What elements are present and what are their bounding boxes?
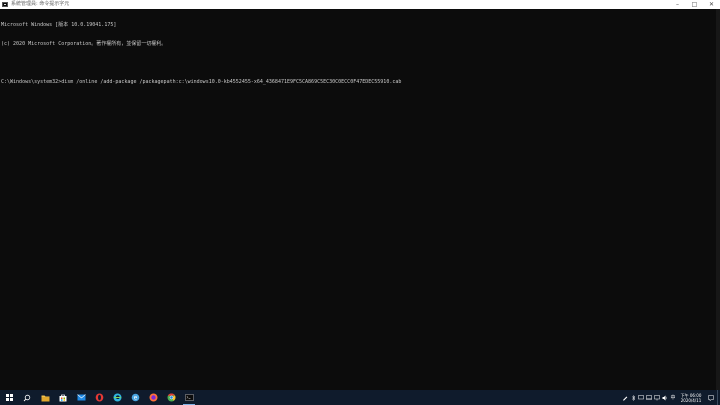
store-icon xyxy=(59,394,67,401)
input-method-indicator[interactable]: 中 xyxy=(669,390,677,405)
search-icon xyxy=(23,394,31,401)
taskbar-firefox[interactable] xyxy=(144,390,162,405)
network-icon[interactable] xyxy=(653,390,661,405)
bluetooth-icon[interactable] xyxy=(629,390,637,405)
edge-icon xyxy=(113,393,121,402)
close-button[interactable]: ✕ xyxy=(703,0,720,9)
minimize-button[interactable]: – xyxy=(669,0,686,9)
windows-logo-icon xyxy=(5,394,13,401)
console-scrollbar[interactable] xyxy=(716,9,720,391)
chrome-icon xyxy=(167,393,175,402)
tray-pen-icon[interactable] xyxy=(621,390,629,405)
tray-chat-icon[interactable] xyxy=(637,390,645,405)
maximize-button[interactable]: □ xyxy=(686,0,703,9)
taskbar-cmd[interactable] xyxy=(180,390,198,405)
window-controls: – □ ✕ xyxy=(669,0,720,9)
taskbar-store[interactable] xyxy=(54,390,72,405)
taskbar-edge[interactable] xyxy=(108,390,126,405)
tray-tablet-icon[interactable] xyxy=(645,390,653,405)
system-tray: 中 下午 06:00 2020/4/11 xyxy=(621,390,720,405)
action-center-button[interactable] xyxy=(705,390,717,405)
taskbar-file-explorer[interactable] xyxy=(36,390,54,405)
taskbar-chrome[interactable] xyxy=(162,390,180,405)
firefox-icon xyxy=(149,393,157,402)
console-command-line: C:\Windows\system32>dism /online /add-pa… xyxy=(1,79,402,86)
ie-icon: e xyxy=(131,393,139,402)
window-title-bar[interactable]: 系統管理員: 命令提示字元 – □ ✕ xyxy=(0,0,720,9)
taskbar-mail[interactable] xyxy=(72,390,90,405)
taskbar-opera[interactable] xyxy=(90,390,108,405)
svg-text:e: e xyxy=(133,395,137,402)
notification-icon xyxy=(708,394,714,401)
mail-icon xyxy=(76,394,86,401)
taskbar-clock[interactable]: 下午 06:00 2020/4/11 xyxy=(677,390,705,405)
cmd-app-icon xyxy=(2,2,8,7)
cmd-icon xyxy=(184,394,194,401)
window-title: 系統管理員: 命令提示字元 xyxy=(11,1,70,7)
taskbar: e 中 下午 06:00 2020/4/11 xyxy=(0,390,720,405)
taskbar-ie[interactable]: e xyxy=(126,390,144,405)
search-button[interactable] xyxy=(18,390,36,405)
clock-date: 2020/4/11 xyxy=(680,397,702,403)
console-output[interactable]: Microsoft Windows [版本 10.0.19041.175] (c… xyxy=(0,9,716,391)
console-line-copyright: (c) 2020 Microsoft Corporation。著作權所有，並保留… xyxy=(1,40,167,47)
volume-icon[interactable] xyxy=(661,390,669,405)
opera-icon xyxy=(95,393,103,402)
console-line-version: Microsoft Windows [版本 10.0.19041.175] xyxy=(1,22,117,29)
folder-icon xyxy=(41,395,49,401)
start-button[interactable] xyxy=(0,390,18,405)
